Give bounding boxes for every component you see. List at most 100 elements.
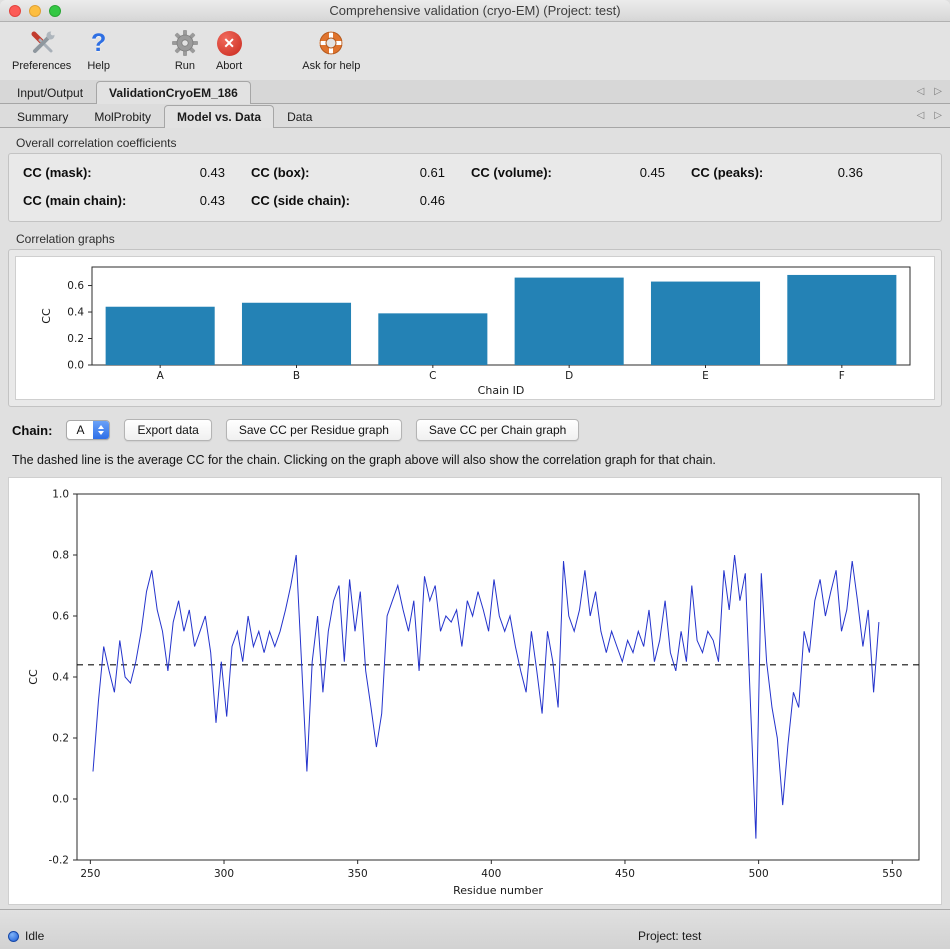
cc-per-chain-bar-chart[interactable]: A B C D E F 0.0 0.2 0.4 0.6 Chain ID CC — [16, 257, 936, 399]
cc-box-label: CC (box): — [251, 165, 369, 180]
toolbar: Preferences ? Help — [0, 22, 950, 80]
status-indicator-icon — [8, 931, 19, 942]
cc-mask-value: 0.43 — [175, 165, 225, 180]
minimize-window-button[interactable] — [29, 5, 41, 17]
status-project-text: Project: test — [638, 929, 701, 943]
chain-select-value: A — [67, 421, 93, 439]
chain-select[interactable]: A — [66, 420, 110, 440]
abort-label: Abort — [216, 60, 242, 72]
zoom-window-button[interactable] — [49, 5, 61, 17]
svg-text:E: E — [702, 370, 709, 382]
svg-text:Residue number: Residue number — [453, 884, 543, 897]
cc-per-residue-chart-card: 250300350400450500550-0.20.00.20.40.60.8… — [8, 477, 942, 905]
svg-text:250: 250 — [80, 868, 100, 880]
svg-text:300: 300 — [214, 868, 234, 880]
close-window-button[interactable] — [9, 5, 21, 17]
traffic-lights — [9, 5, 61, 17]
svg-text:CC: CC — [40, 308, 53, 324]
svg-text:0.0: 0.0 — [52, 794, 69, 806]
cc-peaks-value: 0.36 — [813, 165, 863, 180]
tab-molprobity[interactable]: MolProbity — [81, 105, 164, 128]
svg-text:0.2: 0.2 — [52, 733, 69, 745]
svg-text:CC: CC — [27, 669, 40, 685]
svg-text:C: C — [429, 370, 436, 382]
cc-per-chain-chart-card: A B C D E F 0.0 0.2 0.4 0.6 Chain ID CC — [15, 256, 935, 400]
svg-text:1.0: 1.0 — [52, 489, 69, 501]
chain-label: Chain: — [12, 423, 52, 438]
cc-per-residue-line-chart: 250300350400450500550-0.20.00.20.40.60.8… — [9, 478, 941, 904]
svg-text:F: F — [839, 370, 845, 382]
help-button[interactable]: ? Help — [79, 26, 118, 73]
svg-text:B: B — [293, 370, 300, 382]
tab-scroll-left-icon[interactable]: ◁ — [917, 86, 925, 97]
tab-data[interactable]: Data — [274, 105, 325, 128]
help-question-icon: ? — [91, 27, 106, 59]
preferences-label: Preferences — [12, 60, 71, 72]
run-button[interactable]: Run — [162, 26, 208, 73]
content-area: Overall correlation coefficients CC (mas… — [0, 128, 950, 909]
cc-side-chain-value: 0.46 — [395, 193, 445, 208]
sub-tab-scroll-right-icon[interactable]: ▷ — [934, 110, 942, 121]
cc-mask-label: CC (mask): — [23, 165, 149, 180]
svg-text:500: 500 — [749, 868, 769, 880]
window-title: Comprehensive validation (cryo-EM) (Proj… — [329, 3, 620, 18]
lifering-icon — [316, 27, 346, 59]
svg-text:D: D — [565, 370, 573, 382]
preferences-tools-icon — [26, 27, 58, 59]
svg-text:450: 450 — [615, 868, 635, 880]
svg-text:0.6: 0.6 — [52, 611, 69, 623]
status-bar: Idle Project: test — [0, 909, 950, 949]
main-tab-scroll-arrows: ◁ ▷ — [917, 86, 950, 97]
tab-model-vs-data[interactable]: Model vs. Data — [164, 105, 274, 128]
svg-text:0.4: 0.4 — [52, 672, 69, 684]
run-label: Run — [175, 60, 195, 72]
help-label: Help — [87, 60, 110, 72]
chain-controls-row: Chain: A Export data Save CC per Residue… — [12, 419, 938, 441]
save-cc-per-chain-button[interactable]: Save CC per Chain graph — [416, 419, 579, 441]
main-tab-bar: Input/Output ValidationCryoEM_186 ◁ ▷ — [0, 80, 950, 104]
save-cc-per-residue-button[interactable]: Save CC per Residue graph — [226, 419, 402, 441]
sub-tab-scroll-left-icon[interactable]: ◁ — [917, 110, 925, 121]
cc-box-value: 0.61 — [395, 165, 445, 180]
correlation-graphs-box: A B C D E F 0.0 0.2 0.4 0.6 Chain ID CC — [8, 249, 942, 407]
ask-for-help-button[interactable]: Ask for help — [294, 26, 368, 73]
svg-text:-0.2: -0.2 — [49, 855, 70, 867]
svg-text:Chain ID: Chain ID — [478, 384, 525, 397]
svg-text:A: A — [157, 370, 165, 382]
title-bar: Comprehensive validation (cryo-EM) (Proj… — [0, 0, 950, 22]
sub-tab-scroll-arrows: ◁ ▷ — [917, 110, 950, 121]
svg-text:0.4: 0.4 — [67, 307, 84, 319]
overall-stats-grid: CC (mask): 0.43 CC (box): 0.61 CC (volum… — [23, 165, 927, 208]
run-gear-icon — [170, 27, 200, 59]
status-left: Idle — [8, 929, 44, 943]
svg-text:0.2: 0.2 — [67, 333, 84, 345]
tab-scroll-right-icon[interactable]: ▷ — [934, 86, 942, 97]
ask-for-help-label: Ask for help — [302, 60, 360, 72]
sub-tab-bar: Summary MolProbity Model vs. Data Data ◁… — [0, 104, 950, 128]
cc-side-chain-label: CC (side chain): — [251, 193, 369, 208]
cc-volume-label: CC (volume): — [471, 165, 589, 180]
cc-main-chain-value: 0.43 — [175, 193, 225, 208]
abort-x-icon: ✕ — [217, 27, 242, 59]
export-data-button[interactable]: Export data — [124, 419, 211, 441]
svg-text:350: 350 — [348, 868, 368, 880]
abort-button[interactable]: ✕ Abort — [208, 26, 250, 73]
svg-text:400: 400 — [481, 868, 501, 880]
tab-summary[interactable]: Summary — [4, 105, 81, 128]
cc-volume-value: 0.45 — [615, 165, 665, 180]
tab-validationcryoem-186[interactable]: ValidationCryoEM_186 — [96, 81, 251, 104]
svg-text:0.0: 0.0 — [67, 360, 84, 372]
tab-input-output[interactable]: Input/Output — [4, 81, 96, 104]
overall-stats-box: CC (mask): 0.43 CC (box): 0.61 CC (volum… — [8, 153, 942, 222]
overall-section-title: Overall correlation coefficients — [16, 136, 942, 150]
status-text: Idle — [25, 929, 44, 943]
svg-text:0.8: 0.8 — [52, 550, 69, 562]
cc-peaks-label: CC (peaks): — [691, 165, 787, 180]
svg-text:0.6: 0.6 — [67, 280, 84, 292]
chain-select-stepper-icon — [93, 421, 109, 439]
dashed-line-help-text: The dashed line is the average CC for th… — [12, 453, 938, 467]
preferences-button[interactable]: Preferences — [4, 26, 79, 73]
cc-main-chain-label: CC (main chain): — [23, 193, 149, 208]
graphs-section-title: Correlation graphs — [16, 232, 942, 246]
app-window: Comprehensive validation (cryo-EM) (Proj… — [0, 0, 950, 949]
